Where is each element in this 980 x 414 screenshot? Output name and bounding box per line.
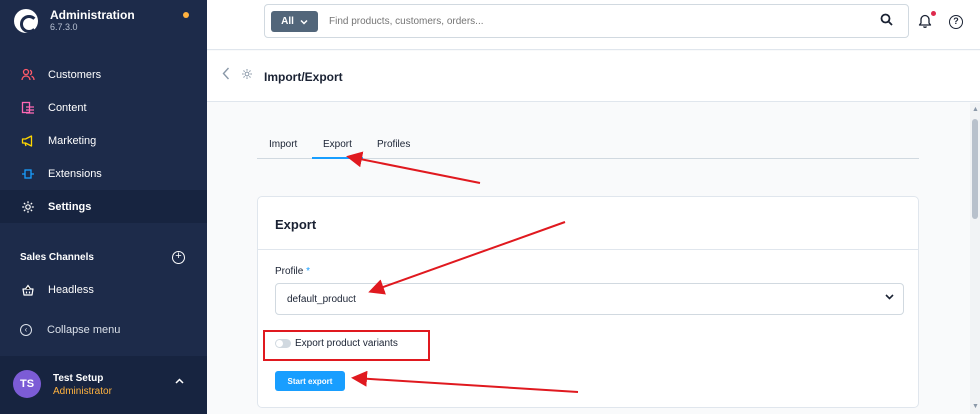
scroll-up-icon[interactable]: ▲ xyxy=(972,106,979,113)
scroll-down-icon[interactable]: ▼ xyxy=(972,403,979,410)
start-export-button[interactable]: Start export xyxy=(275,371,345,391)
tab-profiles[interactable]: Profiles xyxy=(377,139,410,150)
card-title: Export xyxy=(275,217,317,232)
sidebar-item-label: Settings xyxy=(48,200,92,213)
sales-channels-heading: Sales Channels xyxy=(20,252,94,263)
tab-export[interactable]: Export xyxy=(323,139,352,150)
content-icon xyxy=(20,100,36,116)
plug-icon xyxy=(20,166,36,182)
chevron-left-icon: ‹ xyxy=(20,324,32,336)
chevron-down-icon xyxy=(300,19,308,25)
collapse-menu-label: Collapse menu xyxy=(47,324,121,336)
brand[interactable]: Administration 6.7.3.0 xyxy=(14,8,135,33)
active-tab-indicator xyxy=(312,157,363,159)
sidebar-item-marketing[interactable]: Marketing xyxy=(0,124,207,157)
profile-label: Profile * xyxy=(275,266,310,277)
back-chevron-icon[interactable] xyxy=(222,67,230,83)
brand-title: Administration xyxy=(50,8,135,22)
top-bar: All ? xyxy=(207,0,980,50)
search-input[interactable] xyxy=(329,11,869,32)
required-mark: * xyxy=(306,266,311,277)
sidebar-item-settings[interactable]: Settings xyxy=(0,190,207,223)
main-content: Import Export Profiles Export Profile * … xyxy=(207,103,970,414)
export-card: Export Profile * default_product Export … xyxy=(257,196,919,408)
scrollbar[interactable]: ▲ ▼ xyxy=(970,103,980,414)
sidebar-item-label: Customers xyxy=(48,68,102,81)
page-header: Import/Export xyxy=(207,51,980,102)
profile-label-text: Profile xyxy=(275,266,304,277)
global-search: All xyxy=(264,4,909,38)
users-icon xyxy=(20,67,36,83)
card-divider xyxy=(258,249,918,250)
sidebar-item-headless[interactable]: Headless xyxy=(0,273,207,306)
megaphone-icon xyxy=(20,133,36,149)
sidebar-item-label: Extensions xyxy=(48,167,102,180)
shopware-logo-icon xyxy=(14,8,38,33)
tab-bar: Import Export Profiles xyxy=(257,136,919,159)
notification-dot-icon xyxy=(183,12,189,18)
bell-icon[interactable] xyxy=(918,13,932,31)
avatar: TS xyxy=(13,370,41,398)
sidebar-item-label: Headless xyxy=(48,283,94,296)
tab-import[interactable]: Import xyxy=(269,139,297,150)
sidebar: Administration 6.7.3.0 Customers Content… xyxy=(0,0,207,414)
add-sales-channel-icon[interactable]: + xyxy=(172,251,185,264)
user-menu[interactable]: TS Test Setup Administrator xyxy=(0,356,207,414)
settings-gear-icon xyxy=(241,68,253,83)
profile-select-value: default_product xyxy=(287,294,356,305)
chevron-down-icon xyxy=(885,292,894,303)
search-icon[interactable] xyxy=(880,13,893,29)
scrollbar-thumb[interactable] xyxy=(972,119,978,219)
sidebar-item-customers[interactable]: Customers xyxy=(0,58,207,91)
sidebar-item-label: Content xyxy=(48,101,87,114)
profile-select[interactable]: default_product xyxy=(275,283,904,315)
search-scope-dropdown[interactable]: All xyxy=(271,11,318,32)
sidebar-item-label: Marketing xyxy=(48,134,97,147)
sidebar-item-extensions[interactable]: Extensions xyxy=(0,157,207,190)
basket-icon xyxy=(20,282,36,298)
annotation-highlight-box xyxy=(263,330,430,361)
help-icon[interactable]: ? xyxy=(949,15,963,29)
user-role: Administrator xyxy=(53,386,112,397)
page-title: Import/Export xyxy=(264,70,343,84)
sidebar-item-content[interactable]: Content xyxy=(0,91,207,124)
search-scope-label: All xyxy=(281,16,294,27)
notification-dot-icon xyxy=(931,11,936,16)
gear-icon xyxy=(20,199,36,215)
brand-version: 6.7.3.0 xyxy=(50,22,78,32)
chevron-up-icon[interactable] xyxy=(175,376,184,387)
collapse-menu-button[interactable]: ‹ Collapse menu xyxy=(20,324,120,336)
user-name: Test Setup xyxy=(53,373,104,384)
